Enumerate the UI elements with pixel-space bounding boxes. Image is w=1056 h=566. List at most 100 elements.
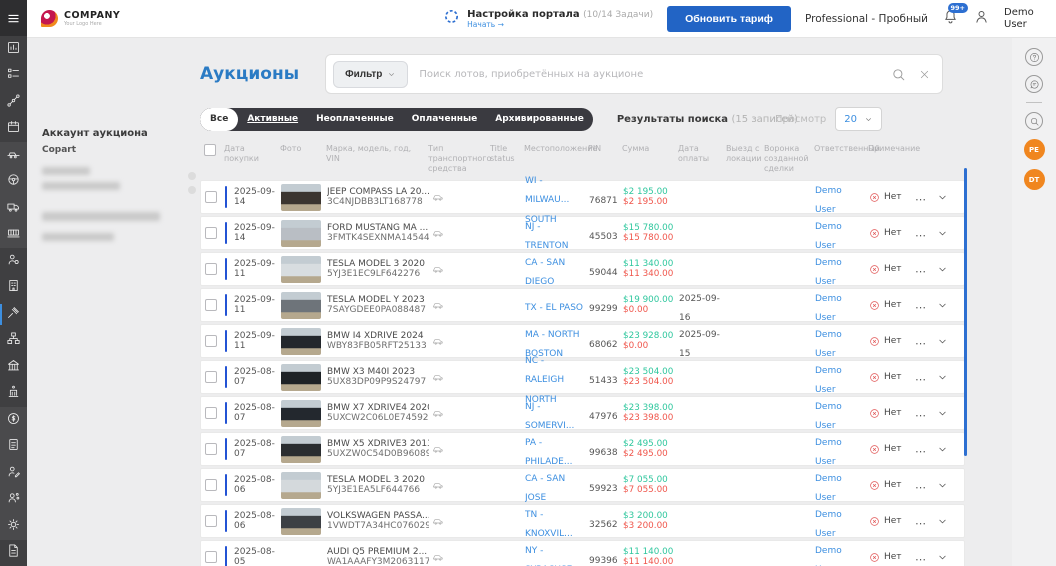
vehicle-photo[interactable] [281,292,321,319]
row-actions-menu[interactable]: ⋯ [915,193,927,206]
table-row[interactable]: 2025-08-06 VOLKSWAGEN PASSA... 1VWDT7A34… [200,504,965,538]
tab-неоплаченные[interactable]: Неоплаченные [307,108,403,131]
row-expand-chevron[interactable] [937,548,948,566]
row-checkbox[interactable] [205,551,217,563]
clear-search-icon[interactable] [919,69,930,80]
row-actions-menu[interactable]: ⋯ [915,229,927,242]
sidebar-item-gavel[interactable] [0,301,27,328]
company-logo[interactable]: COMPANY Your Logo Here [41,10,120,27]
sidebar-item-container[interactable] [0,222,27,249]
location-link[interactable]: TN - KNOXVIL... [525,510,573,539]
row-actions-menu[interactable]: ⋯ [915,301,927,314]
tab-архивированные[interactable]: Архивированные [486,108,593,131]
hamburger-menu-button[interactable] [0,0,27,36]
sidebar-item-building[interactable] [0,275,27,302]
search-input[interactable] [419,69,891,80]
vehicle-photo[interactable] [281,472,321,499]
location-link[interactable]: NY - SYRACUSE [525,546,572,566]
responsible-link[interactable]: Demo User [815,402,842,431]
row-checkbox[interactable] [205,263,217,275]
row-actions-menu[interactable]: ⋯ [915,409,927,422]
row-actions-menu[interactable]: ⋯ [915,517,927,530]
row-checkbox[interactable] [205,191,217,203]
location-link[interactable]: CA - SAN DIEGO [525,258,565,287]
table-row[interactable]: 2025-09-11 TESLA MODEL 3 2020 5YJ3E1EC9L… [200,252,965,286]
row-checkbox[interactable] [205,371,217,383]
row-expand-chevron[interactable] [937,332,948,351]
sidebar-item-file[interactable] [0,540,27,566]
sidebar-item-person-edit[interactable] [0,460,27,487]
table-row[interactable]: 2025-08-07 BMW X7 XDRIVE4 2020 5UXCW2C06… [200,396,965,430]
row-checkbox[interactable] [205,299,217,311]
sidebar-item-clock-dollar[interactable] [0,407,27,434]
responsible-link[interactable]: Demo User [815,330,842,359]
row-checkbox[interactable] [205,515,217,527]
tab-оплаченные[interactable]: Оплаченные [403,108,487,131]
responsible-link[interactable]: Demo User [815,186,842,215]
responsible-link[interactable]: Demo User [815,222,842,251]
responsible-link[interactable]: Demo User [815,366,842,395]
sidebar-item-truck[interactable] [0,195,27,222]
rail-question-button[interactable] [1025,48,1043,66]
responsible-link[interactable]: Demo User [815,258,842,287]
sidebar-item-person-gear[interactable] [0,248,27,275]
vehicle-photo[interactable] [281,184,321,211]
notifications-button[interactable]: 99+ [942,8,959,29]
row-expand-chevron[interactable] [937,296,948,315]
row-checkbox[interactable] [205,335,217,347]
rail-badge-dt[interactable]: DT [1024,169,1045,190]
sidebar-item-document[interactable] [0,434,27,461]
tab-все[interactable]: Все [200,108,238,131]
page-size-select[interactable]: 20 [835,107,882,131]
sidebar-item-person-network[interactable] [0,487,27,514]
row-checkbox[interactable] [205,479,217,491]
vehicle-photo[interactable] [281,220,321,247]
row-expand-chevron[interactable] [937,188,948,207]
location-link[interactable]: NJ - SOMERVI... [525,402,574,431]
row-expand-chevron[interactable] [937,224,948,243]
vehicle-photo[interactable] [281,328,321,355]
location-link[interactable]: PA - PHILADE... [525,438,572,467]
vehicle-photo[interactable] [281,400,321,427]
sidebar-item-workflow[interactable] [0,89,27,116]
table-row[interactable]: 2025-08-07 BMW X5 XDRIVE3 2013 5UXZW0C54… [200,432,965,466]
upgrade-plan-button[interactable]: Обновить тариф [667,6,791,32]
row-actions-menu[interactable]: ⋯ [915,481,927,494]
tab-активные[interactable]: Активные [238,108,307,131]
responsible-link[interactable]: Demo User [815,294,842,323]
sidebar-item-bank[interactable] [0,354,27,381]
sidebar-item-gear[interactable] [0,513,27,540]
sidebar-item-steering[interactable] [0,169,27,196]
row-expand-chevron[interactable] [937,476,948,495]
row-actions-menu[interactable]: ⋯ [915,373,927,386]
row-checkbox[interactable] [205,407,217,419]
rail-chat-button[interactable] [1025,75,1043,93]
row-expand-chevron[interactable] [937,368,948,387]
responsible-link[interactable]: Demo User [815,546,842,566]
sidebar-item-boxes[interactable] [0,328,27,355]
filter-button[interactable]: Фильтр [333,61,408,88]
row-actions-menu[interactable]: ⋯ [915,445,927,458]
sidebar-item-government[interactable] [0,381,27,408]
sidebar-item-checklist[interactable] [0,63,27,90]
row-expand-chevron[interactable] [937,512,948,531]
row-checkbox[interactable] [205,443,217,455]
search-icon[interactable] [891,67,906,82]
location-link[interactable]: TX - EL PASO [525,303,583,313]
row-expand-chevron[interactable] [937,260,948,279]
row-actions-menu[interactable]: ⋯ [915,553,927,566]
table-row[interactable]: 2025-08-05 AUDI Q5 PREMIUM 2... WA1AAAFY… [200,540,965,566]
location-link[interactable]: CA - SAN JOSE [525,474,565,503]
row-actions-menu[interactable]: ⋯ [915,265,927,278]
table-row[interactable]: 2025-08-06 TESLA MODEL 3 2020 5YJ3E1EA5L… [200,468,965,502]
portal-setup-start-link[interactable]: Начать → [467,20,653,29]
sidebar-item-chart[interactable] [0,36,27,63]
responsible-link[interactable]: Demo User [815,510,842,539]
vehicle-photo[interactable] [281,508,321,535]
table-row[interactable]: 2025-08-07 BMW X3 M40I 2023 5UX83DP09P9S… [200,360,965,394]
table-row[interactable]: 2025-09-14 FORD MUSTANG MA ... 3FMTK4SEX… [200,216,965,250]
responsible-link[interactable]: Demo User [815,438,842,467]
row-actions-menu[interactable]: ⋯ [915,337,927,350]
rail-search-button[interactable] [1025,112,1043,130]
location-link[interactable]: NJ - TRENTON [525,222,568,251]
